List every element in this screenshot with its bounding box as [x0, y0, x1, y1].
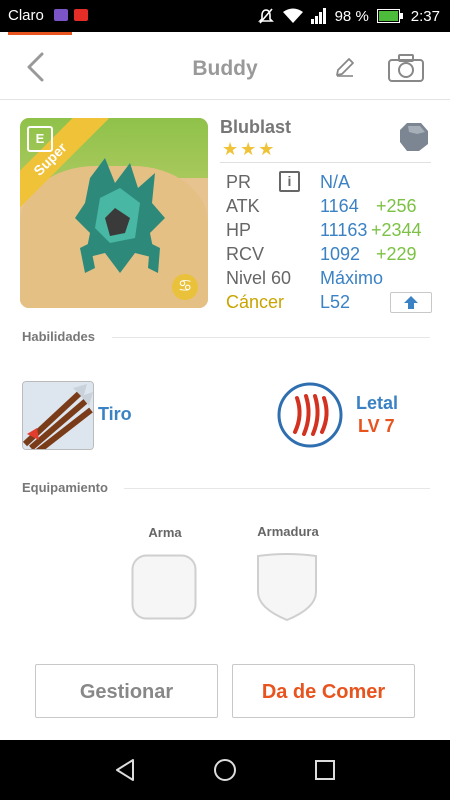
- notification-app-icon: [54, 9, 68, 21]
- header-bar: Buddy: [0, 35, 450, 100]
- status-bar: Claro 98 % 2:37: [0, 0, 450, 32]
- monster-card-image[interactable]: Super E ♋: [20, 118, 208, 308]
- leader-skill-level: LV 7: [358, 416, 395, 436]
- manage-button[interactable]: Gestionar: [35, 664, 218, 718]
- skill-name[interactable]: Tiro: [98, 404, 132, 425]
- battery-percent: 98 %: [334, 7, 369, 25]
- page-title: Buddy: [192, 57, 258, 80]
- pr-value: N/A: [320, 172, 351, 192]
- nav-back-icon[interactable]: [113, 758, 137, 782]
- mute-icon: [257, 8, 274, 24]
- equipment-divider: [124, 488, 430, 489]
- card-type-badge: E: [27, 126, 53, 152]
- carrier-name: Claro: [8, 7, 44, 24]
- wifi-icon: [282, 8, 303, 23]
- equipment-section-title: Equipamiento: [22, 480, 108, 495]
- leader-skill-name[interactable]: Letal: [356, 393, 398, 414]
- nav-recents-icon[interactable]: [313, 758, 337, 782]
- armor-label: Armadura: [257, 524, 319, 539]
- feed-button[interactable]: Da de Comer: [232, 664, 415, 718]
- nav-home-icon[interactable]: [213, 758, 237, 782]
- youtube-icon: [74, 9, 88, 21]
- up-arrow-icon: [404, 296, 418, 309]
- atk-bonus: +256: [376, 196, 417, 216]
- armor-slot[interactable]: [254, 552, 320, 622]
- weapon-label: Arma: [148, 525, 182, 540]
- sign-label: Cáncer: [226, 292, 285, 312]
- system-nav-bar: [0, 740, 450, 800]
- stats-divider: [220, 162, 431, 163]
- skills-section-title: Habilidades: [22, 329, 95, 344]
- rcv-bonus: +229: [376, 244, 417, 264]
- atk-value: 1164: [320, 196, 359, 216]
- camera-icon[interactable]: [387, 53, 425, 83]
- info-icon[interactable]: i: [279, 171, 300, 192]
- tiro-skill-icon[interactable]: [22, 381, 94, 450]
- status-right: 98 % 2:37: [257, 7, 440, 25]
- monster-name: Blublast: [220, 117, 292, 137]
- rarity-stars: ★★★: [222, 139, 277, 159]
- hp-label: HP: [226, 220, 252, 240]
- sign-value: L52: [320, 292, 351, 312]
- rock-element-icon: [400, 123, 428, 151]
- level-label: Nivel 60: [226, 268, 292, 288]
- rcv-value: 1092: [320, 244, 361, 264]
- atk-label: ATK: [226, 196, 260, 216]
- hp-bonus: +2344: [371, 220, 422, 240]
- cancer-zodiac-icon: ♋: [172, 274, 198, 300]
- upgrade-button[interactable]: [390, 292, 432, 313]
- skills-divider: [112, 337, 430, 338]
- clock: 2:37: [410, 7, 440, 25]
- rcv-label: RCV: [226, 244, 265, 264]
- signal-icon: [310, 8, 326, 24]
- level-value: Máximo: [320, 268, 384, 288]
- letal-claw-icon[interactable]: [277, 382, 343, 448]
- edit-pencil-icon[interactable]: [333, 55, 357, 79]
- weapon-slot[interactable]: [131, 554, 197, 620]
- monster-illustration: [75, 158, 165, 273]
- battery-icon: [376, 9, 403, 23]
- hp-value: 11163: [320, 220, 368, 240]
- pr-label: PR: [226, 172, 252, 192]
